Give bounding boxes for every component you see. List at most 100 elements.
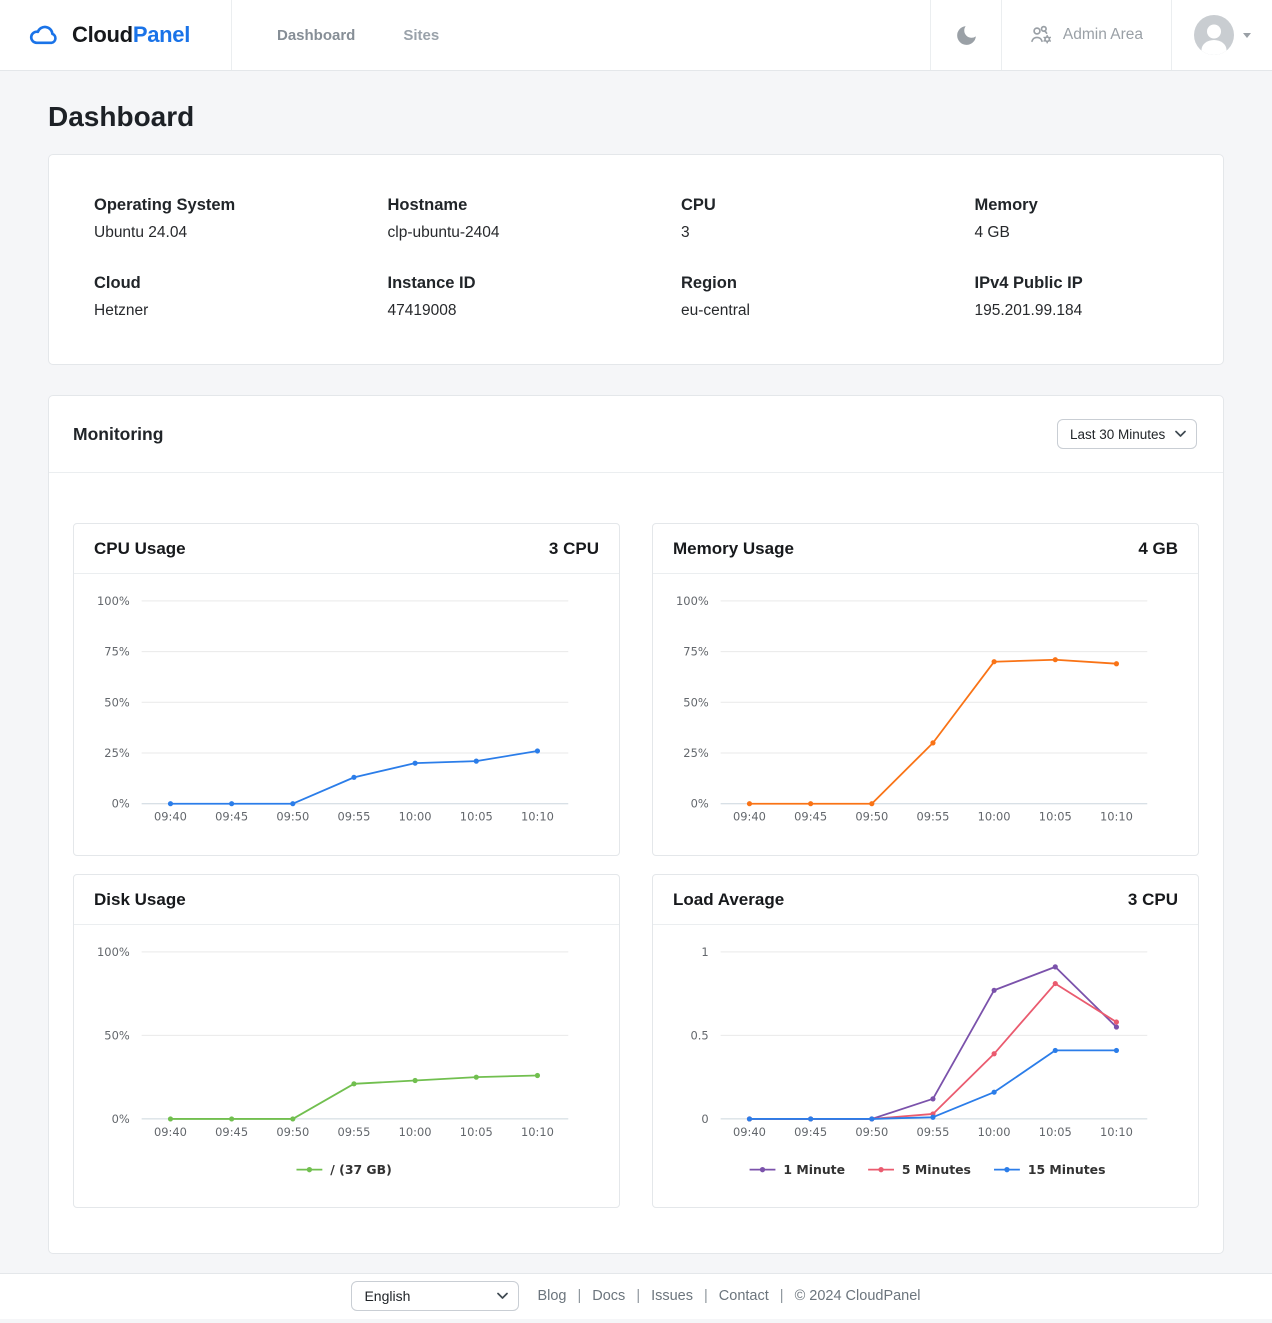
info-value: 4 GB	[975, 224, 1224, 242]
footer-link-contact[interactable]: Contact	[719, 1288, 769, 1304]
chart-badge: 3 CPU	[1128, 890, 1178, 910]
svg-text:0: 0	[701, 1112, 708, 1126]
chart-body: 0%25%50%75%100%09:4009:4509:5009:5510:00…	[653, 574, 1198, 855]
svg-text:09:50: 09:50	[276, 810, 309, 824]
separator: |	[636, 1288, 640, 1304]
info-value: eu-central	[681, 302, 930, 320]
user-menu[interactable]	[1171, 0, 1272, 70]
app-footer: English Blog|Docs|Issues|Contact|© 2024 …	[0, 1273, 1272, 1319]
svg-text:09:55: 09:55	[337, 810, 370, 824]
separator: |	[577, 1288, 581, 1304]
footer-link-docs[interactable]: Docs	[592, 1288, 625, 1304]
info-field-cloud: Cloud Hetzner	[49, 274, 343, 320]
info-label: Operating System	[94, 196, 343, 215]
info-field-cpu: CPU3	[636, 196, 930, 242]
info-field-memory: Memory 4 GB	[930, 196, 1224, 242]
dark-mode-toggle[interactable]	[930, 0, 1001, 70]
chart-header: Memory Usage 4 GB	[653, 524, 1198, 574]
svg-text:0%: 0%	[112, 1112, 130, 1126]
info-value: 47419008	[388, 302, 637, 320]
svg-text:5 Minutes: 5 Minutes	[902, 1163, 971, 1178]
svg-text:09:40: 09:40	[154, 810, 187, 824]
svg-text:10:10: 10:10	[521, 810, 554, 824]
svg-text:09:55: 09:55	[916, 810, 949, 824]
chart-card-memory-usage: Memory Usage4 GB0%25%50%75%100%09:4009:4…	[652, 523, 1199, 856]
svg-text:09:55: 09:55	[337, 1125, 370, 1139]
info-field-instance-id: Instance ID 47419008	[343, 274, 637, 320]
charts-grid: CPU Usage3 CPU0%25%50%75%100%09:4009:450…	[49, 473, 1223, 1253]
language-select[interactable]: English	[351, 1281, 519, 1311]
info-value: 195.201.99.184	[975, 302, 1224, 320]
svg-text:10:00: 10:00	[399, 1125, 432, 1139]
main-nav: Dashboard Sites	[277, 0, 439, 70]
app-header: CloudPanel Dashboard Sites	[0, 0, 1272, 71]
svg-text:75%: 75%	[683, 645, 709, 659]
svg-text:10:00: 10:00	[978, 1125, 1011, 1139]
chart-title: Disk Usage	[94, 890, 186, 910]
svg-text:75%: 75%	[104, 645, 130, 659]
brand-name: CloudPanel	[72, 22, 190, 48]
svg-text:100%: 100%	[676, 594, 709, 608]
info-value: Hetzner	[94, 302, 343, 320]
svg-text:15 Minutes: 15 Minutes	[1028, 1163, 1106, 1178]
monitoring-title: Monitoring	[73, 424, 163, 445]
chart-title: Memory Usage	[673, 539, 794, 559]
svg-text:10:05: 10:05	[460, 1125, 493, 1139]
chart-card-load-average: Load Average3 CPU00.5109:4009:4509:5009:…	[652, 874, 1199, 1207]
chart-header: Disk Usage	[74, 875, 619, 925]
svg-text:1 Minute: 1 Minute	[783, 1163, 845, 1178]
info-field-operating-system: Operating System Ubuntu 24.04	[49, 196, 343, 242]
separator: |	[780, 1288, 784, 1304]
language-select-wrap: English	[351, 1281, 519, 1311]
info-value: clp-ubuntu-2404	[388, 224, 637, 242]
info-label: CPU	[681, 196, 930, 215]
chart-header: Load Average3 CPU	[653, 875, 1198, 925]
footer-link-issues[interactable]: Issues	[651, 1288, 693, 1304]
svg-text:09:40: 09:40	[733, 810, 766, 824]
info-field-region: Regioneu-central	[636, 274, 930, 320]
svg-text:0%: 0%	[112, 797, 130, 811]
svg-text:09:45: 09:45	[215, 1125, 248, 1139]
svg-text:10:00: 10:00	[978, 810, 1011, 824]
svg-text:09:50: 09:50	[276, 1125, 309, 1139]
chart-body: 0%50%100%09:4009:4509:5009:5510:0010:051…	[74, 925, 619, 1206]
page-title: Dashboard	[48, 101, 1224, 133]
chart-body: 0%25%50%75%100%09:4009:4509:5009:5510:00…	[74, 574, 619, 855]
info-label: IPv4 Public IP	[975, 274, 1224, 293]
svg-text:10:10: 10:10	[1100, 1125, 1133, 1139]
chart-body: 00.5109:4009:4509:5009:5510:0010:0510:10…	[653, 925, 1198, 1206]
info-label: Cloud	[94, 274, 343, 293]
admin-area-label: Admin Area	[1063, 26, 1143, 44]
cloud-logo-icon	[25, 20, 62, 50]
info-field-hostname: Hostname clp-ubuntu-2404	[343, 196, 637, 242]
brand-logo[interactable]: CloudPanel	[0, 0, 232, 70]
system-info-card: Operating System Ubuntu 24.04 Hostname clp-…	[48, 154, 1224, 365]
time-range-select-wrap: Last 30 Minutes	[1057, 419, 1197, 449]
svg-text:09:45: 09:45	[215, 810, 248, 824]
svg-text:25%: 25%	[104, 746, 130, 760]
svg-text:50%: 50%	[104, 1029, 130, 1043]
info-value: Ubuntu 24.04	[94, 224, 343, 242]
chart-badge: 4 GB	[1138, 539, 1178, 559]
caret-down-icon	[1243, 33, 1251, 38]
info-label: Memory	[975, 196, 1224, 215]
load-average-chart: 00.5109:4009:4509:5009:5510:0010:0510:10…	[653, 925, 1198, 1206]
info-field-ipv4-public-ip: IPv4 Public IP 195.201.99.184	[930, 274, 1224, 320]
footer-link-blog[interactable]: Blog	[537, 1288, 566, 1304]
info-label: Hostname	[388, 196, 637, 215]
separator: |	[704, 1288, 708, 1304]
svg-text:09:40: 09:40	[733, 1125, 766, 1139]
nav-dashboard[interactable]: Dashboard	[277, 27, 355, 44]
svg-text:09:45: 09:45	[794, 1125, 827, 1139]
footer-links: Blog|Docs|Issues|Contact|© 2024 CloudPan…	[537, 1288, 920, 1304]
info-label: Instance ID	[388, 274, 637, 293]
admin-area-button[interactable]: Admin Area	[1001, 0, 1171, 70]
nav-sites[interactable]: Sites	[403, 27, 439, 44]
svg-text:09:50: 09:50	[855, 1125, 888, 1139]
svg-text:10:10: 10:10	[521, 1125, 554, 1139]
chart-header: CPU Usage3 CPU	[74, 524, 619, 574]
time-range-select[interactable]: Last 30 Minutes	[1057, 419, 1197, 449]
svg-text:10:05: 10:05	[1039, 810, 1072, 824]
header-actions: Admin Area	[930, 0, 1272, 70]
chart-title: CPU Usage	[94, 539, 186, 559]
